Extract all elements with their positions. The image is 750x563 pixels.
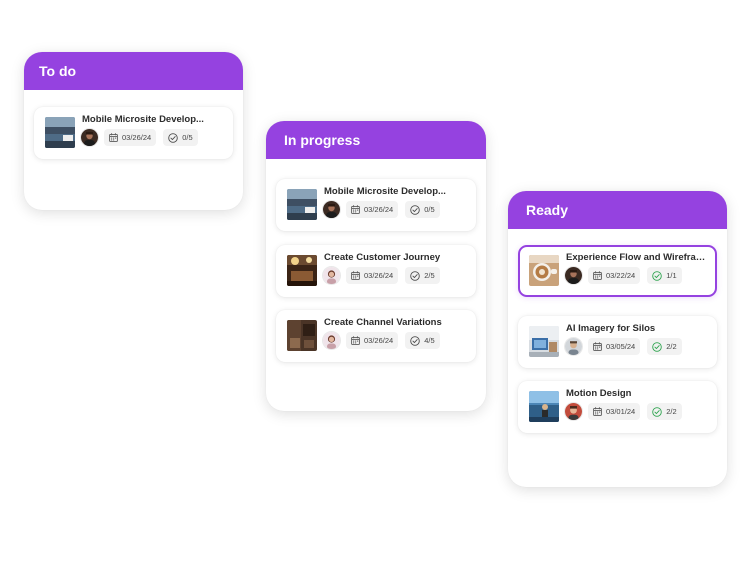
check-circle-icon	[410, 204, 424, 215]
task-card-mobile-microsite-develop[interactable]: Mobile Microsite Develop... 03/26/24 0/5	[34, 107, 233, 159]
check-circle-icon	[652, 270, 666, 281]
check-circle-icon	[410, 335, 424, 346]
subtask-progress: 2/2	[666, 407, 677, 416]
task-card-motion-design[interactable]: Motion Design 03/01/24 2/2	[518, 381, 717, 433]
due-date-chip: 03/22/24	[588, 267, 641, 284]
assignee-avatar[interactable]	[323, 332, 340, 349]
check-circle-icon	[410, 270, 424, 281]
task-card-ai-imagery-for-silos[interactable]: AI Imagery for Silos 03/05/24 2/2	[518, 316, 717, 368]
task-thumbnail	[287, 255, 317, 286]
assignee-avatar[interactable]	[323, 267, 340, 284]
due-date: 03/26/24	[364, 271, 394, 280]
column-to-do: To do Mobile Microsite Develop... 03/26/2…	[24, 52, 243, 210]
due-date: 03/22/24	[606, 271, 636, 280]
check-circle-icon	[652, 341, 666, 352]
task-thumbnail	[529, 391, 559, 422]
task-card-create-channel-variations[interactable]: Create Channel Variations 03/26/24 4/5	[276, 310, 476, 362]
task-title: AI Imagery for Silos	[566, 323, 656, 334]
column-in-progress: In progress Mobile Microsite Develop... 0…	[266, 121, 486, 411]
calendar-icon	[351, 336, 364, 345]
subtask-progress-chip: 4/5	[405, 332, 440, 349]
due-date: 03/26/24	[364, 205, 394, 214]
task-meta: 03/26/24 0/5	[81, 129, 205, 146]
task-meta: 03/26/24 4/5	[323, 332, 447, 349]
calendar-icon	[351, 271, 364, 280]
task-meta: 03/05/24 2/2	[565, 338, 689, 355]
due-date: 03/26/24	[122, 133, 152, 142]
calendar-icon	[593, 271, 606, 280]
subtask-progress: 0/5	[424, 205, 435, 214]
calendar-icon	[593, 342, 606, 351]
task-title: Mobile Microsite Develop...	[324, 186, 446, 197]
task-card-create-customer-journey[interactable]: Create Customer Journey 03/26/24 2/5	[276, 245, 476, 297]
due-date-chip: 03/26/24	[104, 129, 157, 146]
task-title: Mobile Microsite Develop...	[82, 114, 204, 125]
task-card-experience-flow-and-wireframes[interactable]: Experience Flow and Wireframes 03/22/24 1/…	[518, 245, 717, 297]
task-title: Create Channel Variations	[324, 317, 442, 328]
task-meta: 03/26/24 0/5	[323, 201, 447, 218]
assignee-avatar[interactable]	[565, 338, 582, 355]
assignee-avatar[interactable]	[565, 403, 582, 420]
task-thumbnail	[529, 326, 559, 357]
task-meta: 03/01/24 2/2	[565, 403, 689, 420]
task-title: Experience Flow and Wireframes	[566, 252, 709, 263]
calendar-icon	[109, 133, 122, 142]
subtask-progress-chip: 2/2	[647, 338, 682, 355]
subtask-progress-chip: 0/5	[163, 129, 198, 146]
due-date: 03/01/24	[606, 407, 636, 416]
subtask-progress-chip: 2/5	[405, 267, 440, 284]
due-date-chip: 03/26/24	[346, 267, 399, 284]
due-date-chip: 03/05/24	[588, 338, 641, 355]
task-meta: 03/26/24 2/5	[323, 267, 447, 284]
column-header: In progress	[266, 121, 486, 159]
assignee-avatar[interactable]	[323, 201, 340, 218]
task-thumbnail	[287, 320, 317, 351]
subtask-progress: 2/2	[666, 342, 677, 351]
task-card-mobile-microsite-develop[interactable]: Mobile Microsite Develop... 03/26/24 0/5	[276, 179, 476, 231]
due-date-chip: 03/26/24	[346, 332, 399, 349]
task-title: Create Customer Journey	[324, 252, 441, 263]
due-date: 03/05/24	[606, 342, 636, 351]
task-thumbnail	[287, 189, 317, 220]
column-header: To do	[24, 52, 243, 90]
due-date: 03/26/24	[364, 336, 394, 345]
subtask-progress-chip: 2/2	[647, 403, 682, 420]
due-date-chip: 03/01/24	[588, 403, 641, 420]
task-thumbnail	[529, 255, 559, 286]
assignee-avatar[interactable]	[81, 129, 98, 146]
column-ready: Ready Experience Flow and Wireframes 03/2…	[508, 191, 727, 487]
due-date-chip: 03/26/24	[346, 201, 399, 218]
subtask-progress: 1/1	[666, 271, 677, 280]
subtask-progress-chip: 1/1	[647, 267, 682, 284]
subtask-progress: 2/5	[424, 271, 435, 280]
task-thumbnail	[45, 117, 75, 148]
task-title: Motion Design	[566, 388, 632, 399]
check-circle-icon	[168, 132, 182, 143]
task-meta: 03/22/24 1/1	[565, 267, 689, 284]
calendar-icon	[351, 205, 364, 214]
subtask-progress: 0/5	[182, 133, 193, 142]
subtask-progress: 4/5	[424, 336, 435, 345]
column-header: Ready	[508, 191, 727, 229]
check-circle-icon	[652, 406, 666, 417]
calendar-icon	[593, 407, 606, 416]
subtask-progress-chip: 0/5	[405, 201, 440, 218]
assignee-avatar[interactable]	[565, 267, 582, 284]
